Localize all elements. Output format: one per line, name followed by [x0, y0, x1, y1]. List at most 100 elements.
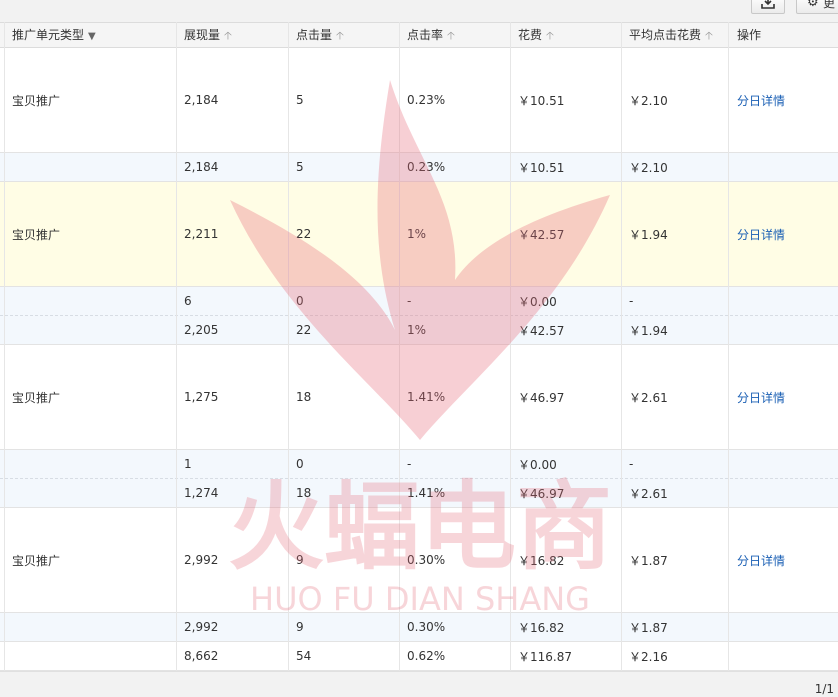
- cost-cell: ￥46.97: [518, 390, 565, 405]
- ctr-cell: 0.30%: [407, 620, 446, 634]
- total-clicks-cell: 54: [296, 649, 312, 663]
- ctr-cell: 1.41%: [407, 390, 446, 404]
- column-divider: [399, 22, 400, 671]
- unit-type-cell: 宝贝推广: [12, 93, 61, 108]
- cost-cell: ￥0.00: [518, 457, 557, 472]
- clicks-cell: 0: [296, 457, 304, 471]
- unit-type-cell: 宝贝推广: [12, 227, 61, 242]
- ctr-cell: 0.23%: [407, 93, 446, 107]
- impressions-cell: 2,184: [184, 93, 219, 107]
- cost-cell: ￥46.97: [518, 486, 565, 501]
- clicks-cell: 5: [296, 160, 304, 174]
- ctr-cell: -: [407, 294, 412, 308]
- clicks-cell: 22: [296, 323, 312, 337]
- impressions-cell: 6: [184, 294, 192, 308]
- column-divider: [728, 22, 729, 671]
- settings-label: 更: [823, 0, 836, 10]
- table-subrow: 1 0 - ￥0.00 -: [0, 450, 838, 479]
- total-ctr-cell: 0.62%: [407, 649, 446, 663]
- sort-arrow-icon[interactable]: 🡡: [447, 24, 455, 48]
- sort-arrow-icon[interactable]: 🡡: [224, 24, 232, 48]
- daily-detail-link[interactable]: 分日详情: [737, 345, 785, 449]
- table-row: 宝贝推广 1,275 18 1.41% ￥46.97 ￥2.61 分日详情: [0, 345, 838, 450]
- unit-type-cell: 宝贝推广: [12, 390, 61, 405]
- daily-detail-link[interactable]: 分日详情: [737, 182, 785, 286]
- column-header-cost[interactable]: 花费 🡡: [518, 23, 554, 47]
- column-divider: [4, 22, 5, 671]
- cpc-cell: ￥2.61: [629, 486, 668, 501]
- cpc-cell: ￥2.10: [629, 160, 668, 175]
- sort-arrow-icon[interactable]: 🡡: [705, 24, 713, 48]
- table-subrow: 2,184 5 0.23% ￥10.51 ￥2.10: [0, 153, 838, 182]
- cpc-cell: -: [629, 457, 634, 471]
- clicks-cell: 9: [296, 553, 304, 567]
- gear-icon: ⚙: [807, 0, 819, 10]
- cost-cell: ￥16.82: [518, 620, 565, 635]
- column-header-impressions[interactable]: 展现量 🡡: [184, 23, 232, 47]
- cost-cell: ￥10.51: [518, 160, 565, 175]
- clicks-cell: 18: [296, 390, 312, 404]
- caret-down-icon[interactable]: ▼: [88, 25, 96, 49]
- column-divider: [288, 22, 289, 671]
- impressions-cell: 2,205: [184, 323, 219, 337]
- column-header-clicks[interactable]: 点击量 🡡: [296, 23, 344, 47]
- sort-arrow-icon[interactable]: 🡡: [336, 24, 344, 48]
- column-header-cpc[interactable]: 平均点击花费 🡡: [629, 23, 713, 47]
- ctr-cell: 0.23%: [407, 160, 446, 174]
- clicks-cell: 18: [296, 486, 312, 500]
- column-header-actions: 操作: [737, 28, 762, 42]
- ctr-cell: -: [407, 457, 412, 471]
- cost-cell: ￥16.82: [518, 553, 565, 568]
- settings-button[interactable]: ⚙ 更: [796, 0, 838, 14]
- total-impressions-cell: 8,662: [184, 649, 219, 663]
- table-subrow: 1,274 18 1.41% ￥46.97 ￥2.61: [0, 479, 838, 508]
- cpc-cell: ￥1.94: [629, 227, 668, 242]
- impressions-cell: 1: [184, 457, 192, 471]
- ctr-cell: 1%: [407, 227, 427, 241]
- total-cpc-cell: ￥2.16: [629, 649, 668, 664]
- column-divider: [510, 22, 511, 671]
- cpc-cell: ￥1.87: [629, 553, 668, 568]
- ctr-cell: 1%: [407, 323, 427, 337]
- ctr-cell: 0.30%: [407, 553, 446, 567]
- daily-detail-link[interactable]: 分日详情: [737, 48, 785, 152]
- clicks-cell: 5: [296, 93, 304, 107]
- pager-indicator: 1/1: [814, 682, 834, 696]
- impressions-cell: 2,211: [184, 227, 219, 241]
- table-row: 宝贝推广 2,184 5 0.23% ￥10.51 ￥2.10 分日详情: [0, 48, 838, 153]
- impressions-cell: 2,184: [184, 160, 219, 174]
- table-subrow: 6 0 - ￥0.00 -: [0, 287, 838, 316]
- cpc-cell: ￥2.10: [629, 93, 668, 108]
- table-subrow: 2,992 9 0.30% ￥16.82 ￥1.87: [0, 613, 838, 642]
- total-cost-cell: ￥116.87: [518, 649, 572, 664]
- clicks-cell: 0: [296, 294, 304, 308]
- column-header-unit-type[interactable]: 推广单元类型 ▼: [12, 23, 96, 47]
- table-row: 宝贝推广 2,211 22 1% ￥42.57 ￥1.94 分日详情: [0, 182, 838, 287]
- clicks-cell: 22: [296, 227, 312, 241]
- table-header: 推广单元类型 ▼ 展现量 🡡 点击量 🡡 点击率 🡡 花费 🡡 平均点击花费 🡡 操作: [0, 22, 838, 48]
- cost-cell: ￥42.57: [518, 323, 565, 338]
- cpc-cell: ￥2.61: [629, 390, 668, 405]
- export-button[interactable]: [751, 0, 785, 14]
- impressions-cell: 1,274: [184, 486, 219, 500]
- cost-cell: ￥42.57: [518, 227, 565, 242]
- table-total-row: 8,662 54 0.62% ￥116.87 ￥2.16: [0, 642, 838, 671]
- table-subrow: 2,205 22 1% ￥42.57 ￥1.94: [0, 316, 838, 345]
- download-icon: [761, 0, 775, 9]
- cpc-cell: ￥1.87: [629, 620, 668, 635]
- clicks-cell: 9: [296, 620, 304, 634]
- impressions-cell: 2,992: [184, 620, 219, 634]
- impressions-cell: 1,275: [184, 390, 219, 404]
- table-footer: 1/1: [0, 671, 838, 697]
- column-divider: [621, 22, 622, 671]
- daily-detail-link[interactable]: 分日详情: [737, 508, 785, 612]
- toolbar: ⚙ 更: [0, 0, 838, 22]
- sort-arrow-icon[interactable]: 🡡: [546, 24, 554, 48]
- column-header-ctr[interactable]: 点击率 🡡: [407, 23, 455, 47]
- cost-cell: ￥10.51: [518, 93, 565, 108]
- column-divider: [176, 22, 177, 671]
- unit-type-cell: 宝贝推广: [12, 553, 61, 568]
- cpc-cell: ￥1.94: [629, 323, 668, 338]
- cost-cell: ￥0.00: [518, 294, 557, 309]
- table-row: 宝贝推广 2,992 9 0.30% ￥16.82 ￥1.87 分日详情: [0, 508, 838, 613]
